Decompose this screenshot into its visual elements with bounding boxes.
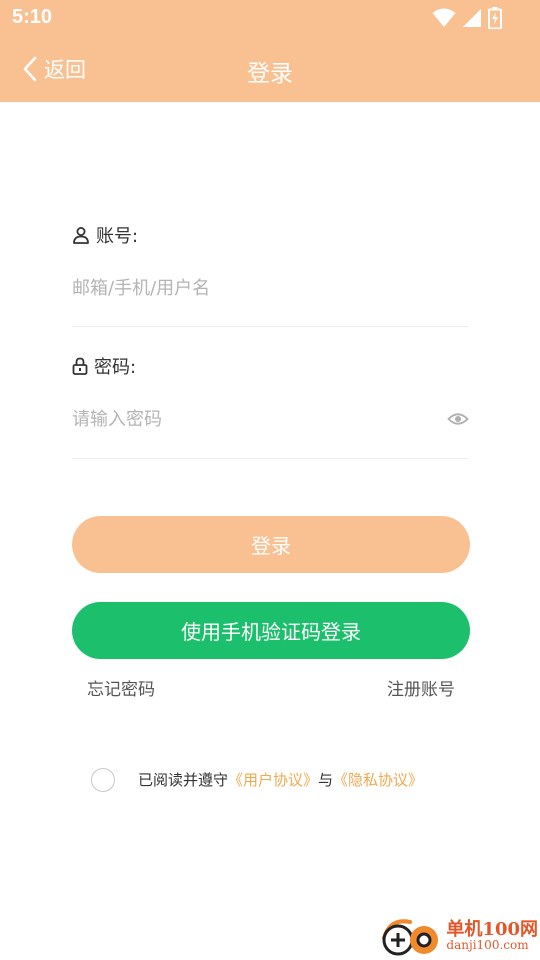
user-icon — [73, 227, 89, 244]
app-header: 5:10 返回 登录 — [0, 0, 540, 102]
watermark-text: 单机100网 danji100.com — [446, 918, 538, 953]
cell-signal-icon — [463, 9, 481, 27]
lock-icon — [72, 357, 88, 375]
watermark: 单机100网 danji100.com — [380, 914, 538, 958]
privacy-policy-link[interactable]: 《隐私协议》 — [333, 771, 423, 789]
watermark-logo-icon — [382, 919, 439, 956]
status-bar: 5:10 — [0, 0, 540, 36]
watermark-title: 单机100网 — [446, 918, 538, 940]
battery-charging-icon — [488, 7, 502, 29]
account-label: 账号: — [72, 222, 138, 248]
page-title: 登录 — [247, 61, 293, 87]
password-label-text: 密码: — [94, 357, 137, 378]
user-agreement-link[interactable]: 《用户协议》 — [228, 771, 318, 789]
login-button[interactable]: 登录 — [72, 516, 470, 573]
agreement-conjunction: 与 — [318, 771, 334, 789]
password-input[interactable] — [72, 399, 432, 439]
wifi-icon — [432, 8, 456, 27]
account-input[interactable] — [72, 268, 432, 308]
watermark-url: danji100.com — [446, 938, 529, 953]
password-divider — [72, 458, 468, 459]
register-link[interactable]: 注册账号 — [387, 675, 455, 700]
account-divider — [72, 326, 468, 327]
agreement-checkbox[interactable] — [91, 768, 115, 792]
agreement-text: 已阅读并遵守《用户协议》与《隐私协议》 — [138, 769, 423, 790]
status-time: 5:10 — [12, 6, 53, 28]
forgot-password-link[interactable]: 忘记密码 — [87, 675, 155, 700]
status-icons — [432, 7, 502, 29]
eye-icon[interactable] — [447, 408, 469, 430]
agreement-prefix: 已阅读并遵守 — [138, 771, 229, 789]
sms-login-button[interactable]: 使用手机验证码登录 — [72, 602, 470, 659]
password-label: 密码: — [72, 353, 136, 379]
account-label-text: 账号: — [96, 226, 139, 247]
